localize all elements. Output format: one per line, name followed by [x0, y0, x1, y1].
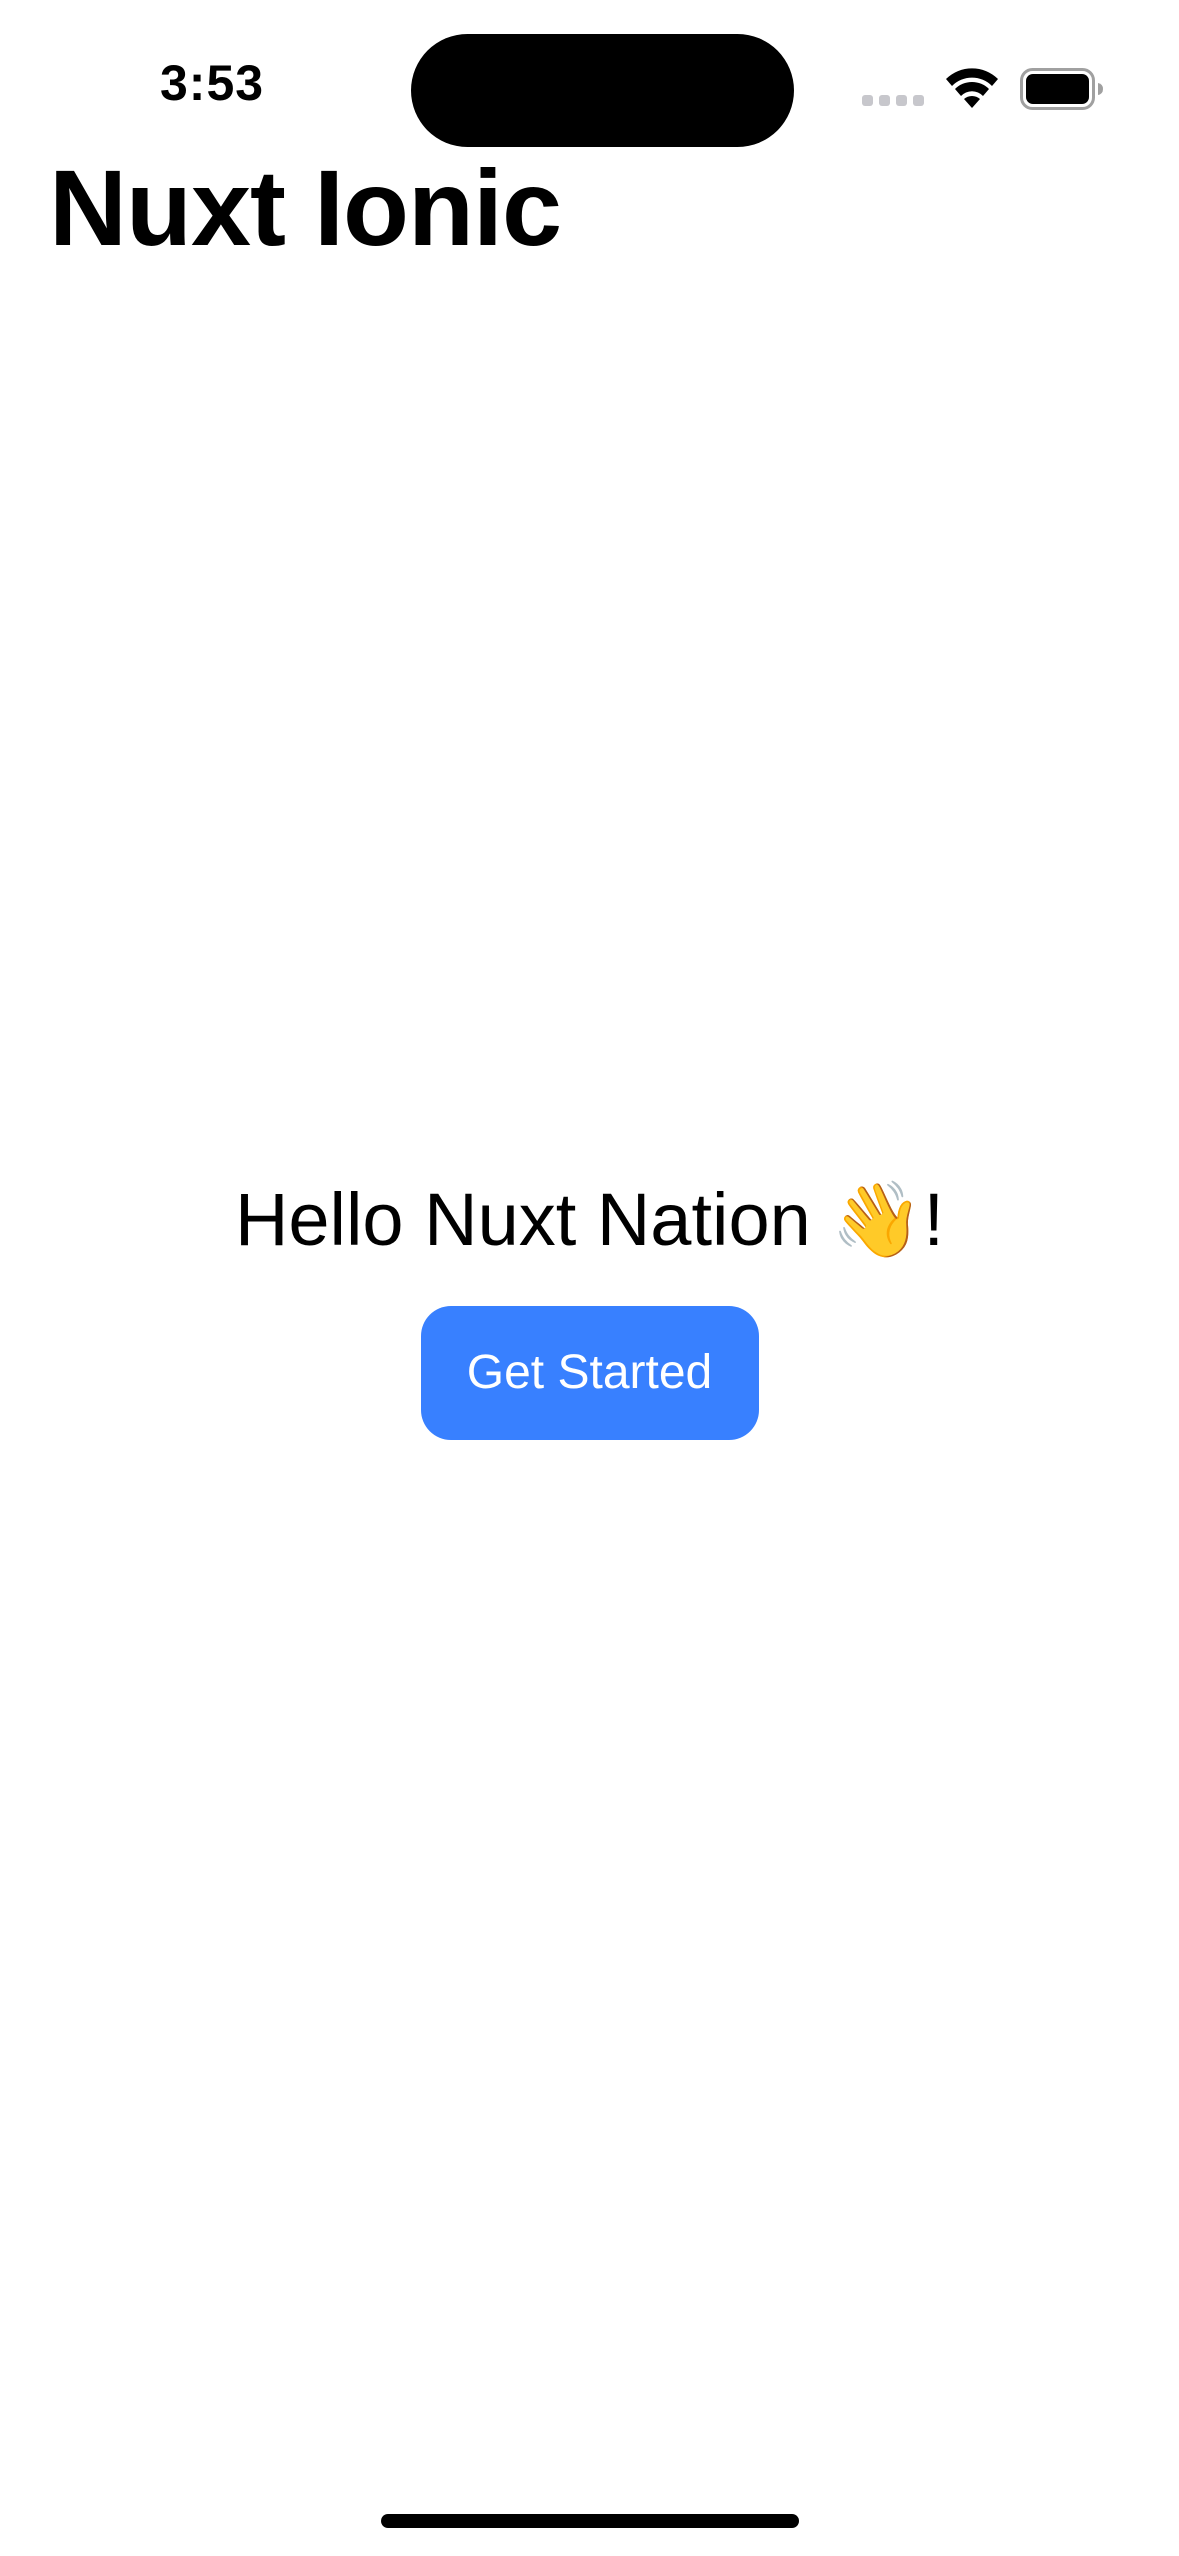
get-started-button[interactable]: Get Started — [420, 1306, 759, 1440]
greeting-text: Hello Nuxt Nation — [234, 1178, 832, 1261]
greeting-heading: Hello Nuxt Nation 👋! — [0, 1170, 1179, 1270]
greeting-suffix: ! — [923, 1178, 945, 1261]
wifi-icon — [946, 68, 998, 108]
waving-hand-icon: 👋 — [831, 1177, 924, 1263]
status-bar: 3:53 — [0, 0, 1179, 160]
page-title: Nuxt Ionic — [49, 147, 562, 268]
home-indicator[interactable] — [381, 2514, 799, 2528]
cellular-signal-icon — [862, 95, 924, 107]
main-content: Hello Nuxt Nation 👋! Get Started — [0, 1170, 1179, 1440]
dynamic-island — [411, 34, 794, 147]
battery-icon — [1020, 68, 1103, 110]
status-time: 3:53 — [160, 55, 265, 111]
